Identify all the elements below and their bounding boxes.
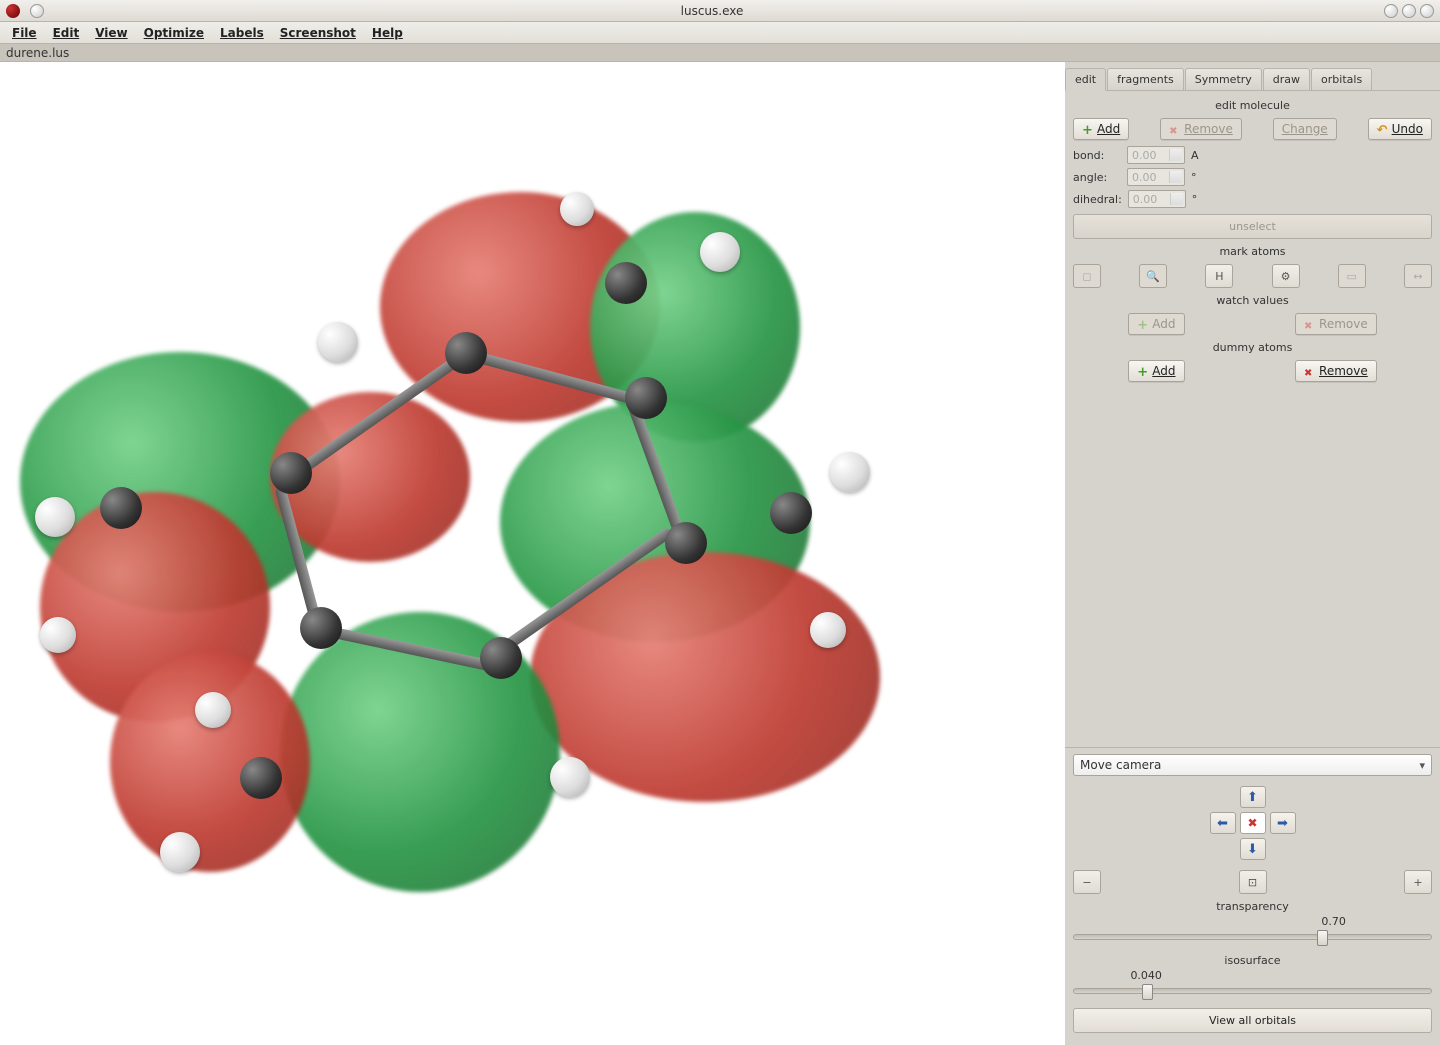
camera-mode-dropdown[interactable]: Move camera — [1073, 754, 1432, 776]
close-button[interactable] — [1420, 4, 1434, 18]
window-title: luscus.exe — [44, 4, 1380, 18]
watch-add-button: Add — [1128, 313, 1184, 335]
file-tab-bar: durene.lus — [0, 44, 1440, 62]
angle-unit: ° — [1191, 171, 1197, 184]
navigation-pad: ⬆ ⬅ ✖ ➡ ⬇ — [1073, 786, 1432, 860]
dummy-atoms-label: dummy atoms — [1073, 341, 1432, 354]
maximize-button[interactable] — [1402, 4, 1416, 18]
change-button: Change — [1273, 118, 1337, 140]
isosurface-slider[interactable] — [1073, 988, 1432, 994]
x-icon — [1304, 318, 1316, 330]
nav-center[interactable]: ✖ — [1240, 812, 1266, 834]
bond-input: 0.00 — [1127, 146, 1185, 164]
transparency-slider[interactable] — [1073, 934, 1432, 940]
mark-btn-6: ↔ — [1404, 264, 1432, 288]
zoom-fit-button[interactable]: ⊡ — [1239, 870, 1267, 894]
isosurface-value: 0.040 — [1073, 969, 1432, 982]
plus-icon — [1137, 365, 1149, 377]
isosurface-thumb[interactable] — [1142, 984, 1153, 1000]
edit-panel: edit molecule Add Remove Change Undo bon… — [1065, 91, 1440, 388]
dihedral-unit: ° — [1192, 193, 1198, 206]
tab-strip: edit fragments Symmetry draw orbitals — [1065, 62, 1440, 91]
transparency-value: 0.70 — [1073, 915, 1432, 928]
x-icon — [1169, 123, 1181, 135]
minimize-button[interactable] — [1384, 4, 1398, 18]
tab-fragments[interactable]: fragments — [1107, 68, 1184, 90]
menu-screenshot[interactable]: Screenshot — [272, 24, 364, 42]
app-icon — [6, 4, 20, 18]
menu-file[interactable]: File — [4, 24, 45, 42]
remove-button: Remove — [1160, 118, 1242, 140]
sidebar: edit fragments Symmetry draw orbitals ed… — [1065, 62, 1440, 1045]
dummy-add-button[interactable]: Add — [1128, 360, 1184, 382]
plus-icon — [1137, 318, 1149, 330]
bond-label: bond: — [1073, 149, 1121, 162]
camera-panel: Move camera ⬆ ⬅ ✖ ➡ ⬇ − ⊡ + transparency… — [1065, 747, 1440, 1045]
tab-symmetry[interactable]: Symmetry — [1185, 68, 1262, 90]
titlebar: luscus.exe — [0, 0, 1440, 22]
tab-edit[interactable]: edit — [1065, 68, 1106, 91]
tab-draw[interactable]: draw — [1263, 68, 1310, 90]
menu-labels[interactable]: Labels — [212, 24, 272, 42]
open-file-label[interactable]: durene.lus — [6, 46, 69, 60]
x-icon — [1304, 365, 1316, 377]
panel-title: edit molecule — [1073, 99, 1432, 112]
molecule-render — [0, 62, 1065, 1045]
bond-unit: A — [1191, 149, 1199, 162]
mark-btn-1: ◻ — [1073, 264, 1101, 288]
mark-h-button[interactable]: H — [1205, 264, 1233, 288]
nav-down[interactable]: ⬇ — [1240, 838, 1266, 860]
mark-camera-button[interactable]: ⚙ — [1272, 264, 1300, 288]
mark-atoms-label: mark atoms — [1073, 245, 1432, 258]
angle-input: 0.00 — [1127, 168, 1185, 186]
undo-icon — [1377, 123, 1389, 135]
dihedral-input: 0.00 — [1128, 190, 1186, 208]
undo-button[interactable]: Undo — [1368, 118, 1432, 140]
tab-orbitals[interactable]: orbitals — [1311, 68, 1372, 90]
menu-edit[interactable]: Edit — [45, 24, 88, 42]
angle-label: angle: — [1073, 171, 1121, 184]
transparency-label: transparency — [1073, 900, 1432, 913]
nav-left[interactable]: ⬅ — [1210, 812, 1236, 834]
viewport-3d[interactable] — [0, 62, 1065, 1045]
nav-up[interactable]: ⬆ — [1240, 786, 1266, 808]
window-button[interactable] — [30, 4, 44, 18]
menu-view[interactable]: View — [87, 24, 135, 42]
unselect-button: unselect — [1073, 214, 1432, 239]
zoom-out-button[interactable]: − — [1073, 870, 1101, 894]
dummy-remove-button[interactable]: Remove — [1295, 360, 1377, 382]
transparency-thumb[interactable] — [1317, 930, 1328, 946]
nav-right[interactable]: ➡ — [1270, 812, 1296, 834]
mark-btn-5: ▭ — [1338, 264, 1366, 288]
add-button[interactable]: Add — [1073, 118, 1129, 140]
dihedral-label: dihedral: — [1073, 193, 1122, 206]
menubar: File Edit View Optimize Labels Screensho… — [0, 22, 1440, 44]
mark-btn-2: 🔍 — [1139, 264, 1167, 288]
menu-optimize[interactable]: Optimize — [136, 24, 212, 42]
watch-values-label: watch values — [1073, 294, 1432, 307]
watch-remove-button: Remove — [1295, 313, 1377, 335]
plus-icon — [1082, 123, 1094, 135]
view-all-orbitals-button[interactable]: View all orbitals — [1073, 1008, 1432, 1033]
isosurface-label: isosurface — [1073, 954, 1432, 967]
zoom-in-button[interactable]: + — [1404, 870, 1432, 894]
menu-help[interactable]: Help — [364, 24, 411, 42]
